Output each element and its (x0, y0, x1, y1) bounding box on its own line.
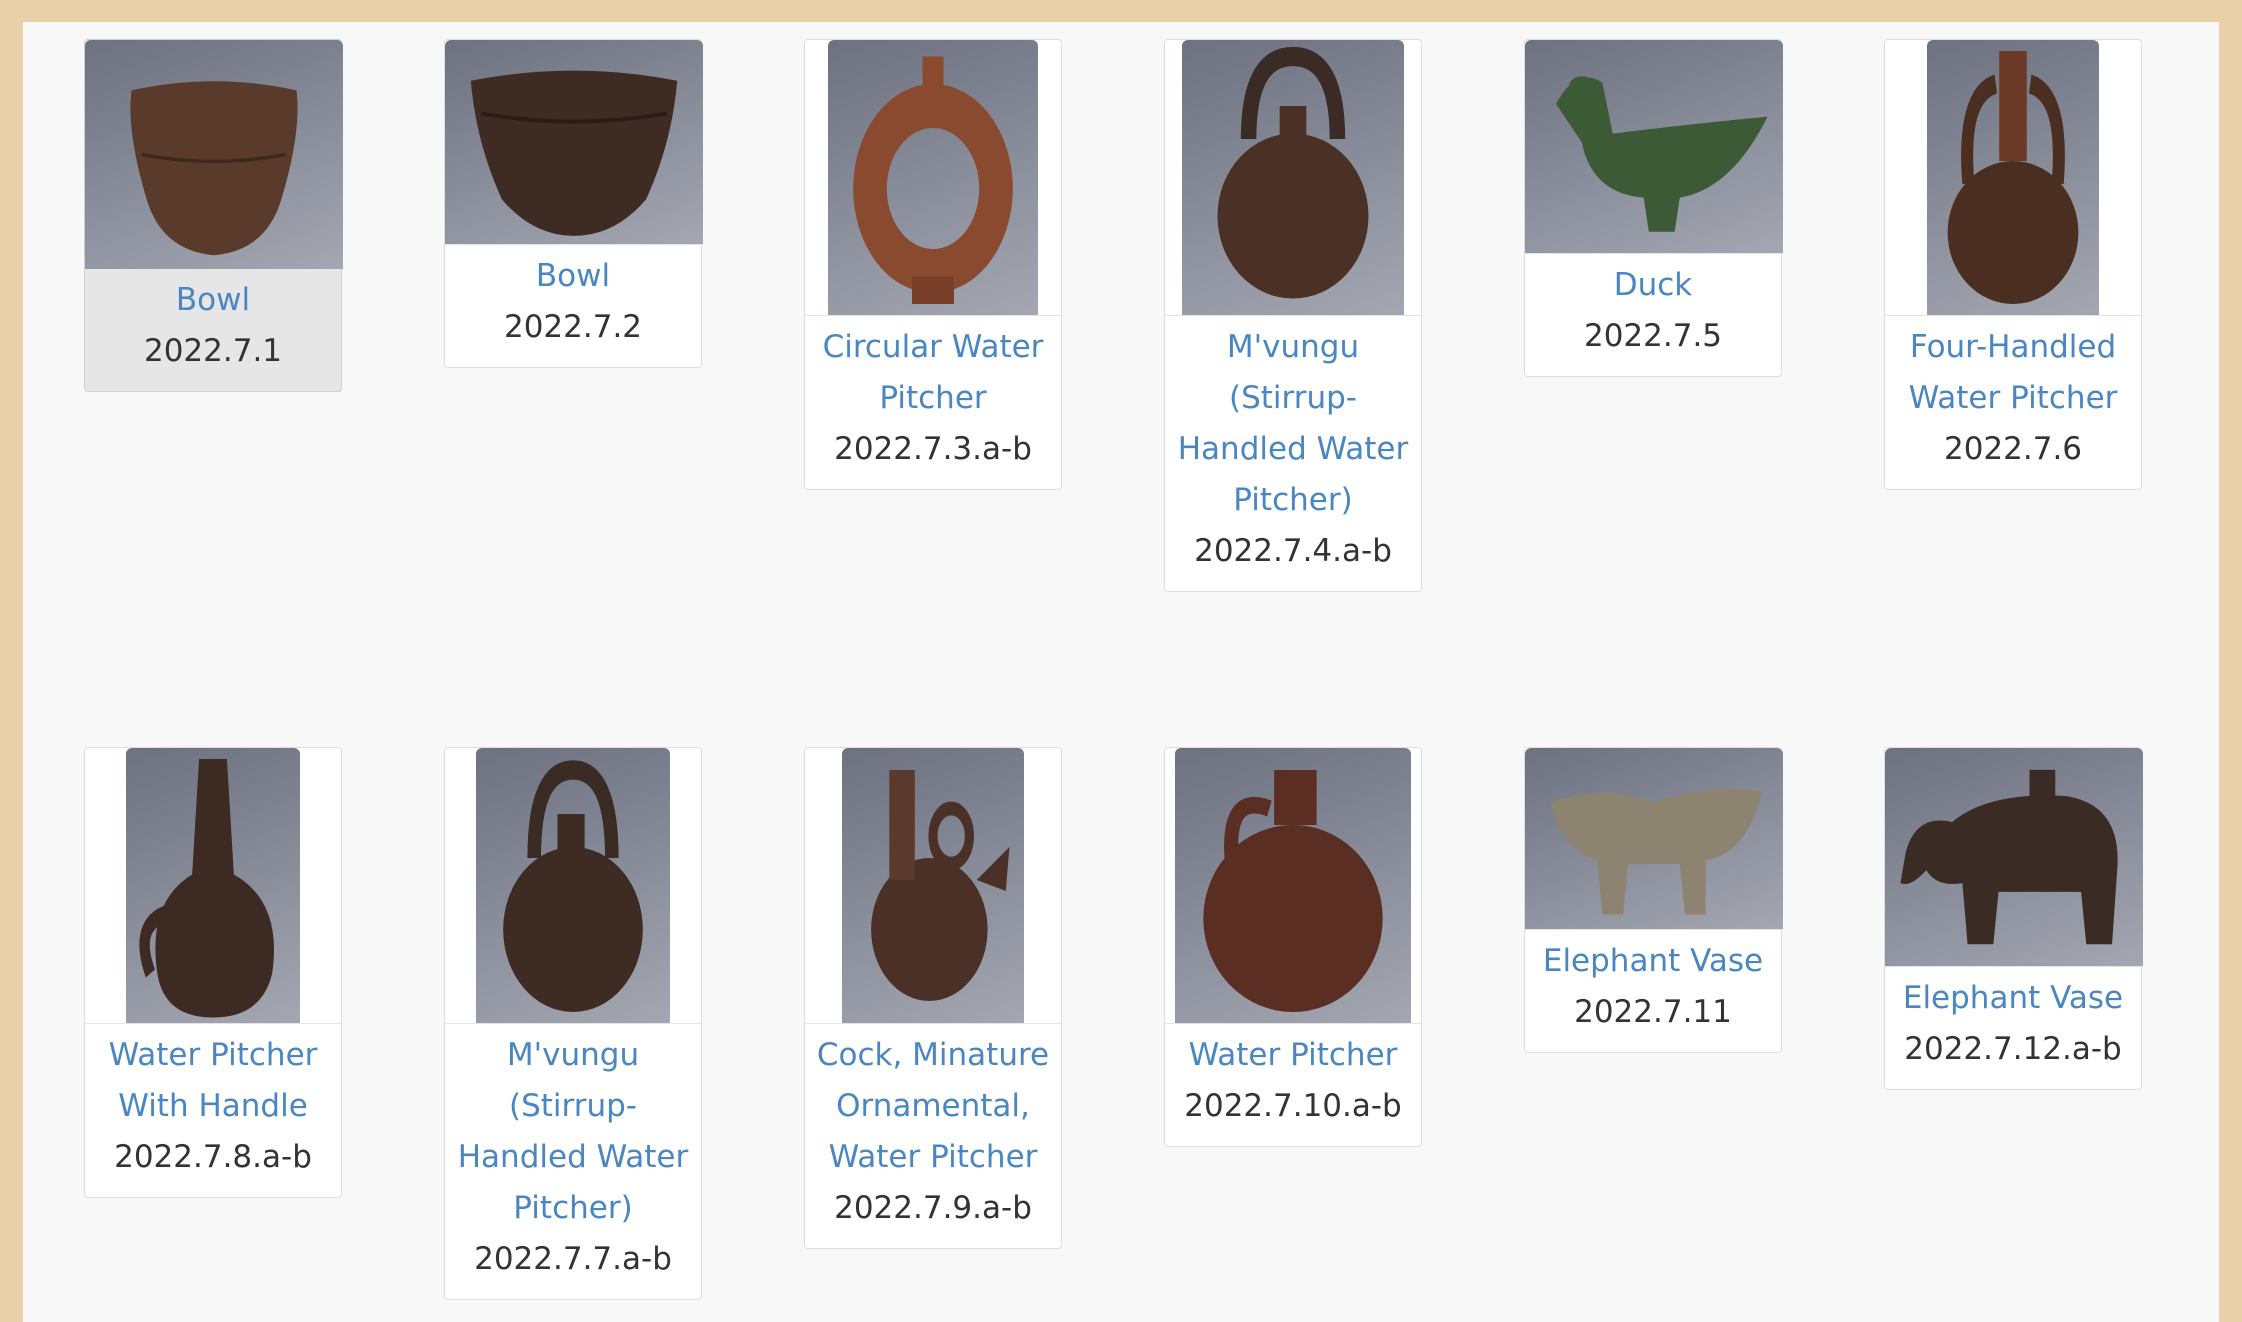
item-title[interactable]: Elephant Vase (1525, 936, 1781, 987)
water-pitcher-photo[interactable] (1175, 748, 1411, 1023)
accession-number: 2022.7.9.a-b (834, 1190, 1032, 1226)
gallery-card-circular-pitcher[interactable]: Circular Water Pitcher 2022.7.3.a-b (804, 39, 1062, 490)
accession-number: 2022.7.3.a-b (834, 431, 1032, 467)
stirrup-pitcher-photo[interactable] (1182, 40, 1404, 315)
accession-number: 2022.7.1 (143, 333, 283, 369)
gallery-card-cock-pitcher[interactable]: Cock, Minature Ornamental, Water Pitcher… (804, 747, 1062, 1249)
duck-vessel-photo[interactable] (1525, 40, 1783, 253)
gallery-card-duck[interactable]: Duck 2022.7.5 (1524, 39, 1783, 377)
gallery-card-bowl-1[interactable]: Bowl 2022.7.1 (84, 39, 343, 392)
accession-number: 2022.7.10.a-b (1184, 1088, 1402, 1124)
item-title[interactable]: Four-Handled Water Pitcher (1885, 322, 2141, 424)
accession-number: 2022.7.12.a-b (1904, 1031, 2122, 1067)
item-title[interactable]: Cock, Minature Ornamental, Water Pitcher (805, 1030, 1061, 1183)
gallery-card-elephant-vase-2[interactable]: Elephant Vase 2022.7.12.a-b (1884, 747, 2143, 1090)
accession-number: 2022.7.7.a-b (474, 1241, 672, 1277)
gallery-card-four-handled-pitcher[interactable]: Four-Handled Water Pitcher 2022.7.6 (1884, 39, 2142, 490)
gallery-card-mvungu-1[interactable]: M'vungu (Stirrup-Handled Water Pitcher) … (1164, 39, 1422, 592)
gallery-card-elephant-vase-1[interactable]: Elephant Vase 2022.7.11 (1524, 747, 1783, 1053)
elephant-vase-photo[interactable] (1525, 748, 1783, 929)
stirrup-pitcher-photo[interactable] (476, 748, 670, 1023)
gallery-card-mvungu-2[interactable]: M'vungu (Stirrup-Handled Water Pitcher) … (444, 747, 702, 1300)
gallery-card-bowl-2[interactable]: Bowl 2022.7.2 (444, 39, 703, 368)
bowl-photo[interactable] (85, 40, 343, 269)
gallery-panel: Bowl 2022.7.1 Bowl 2022.7.2 Circular Wat… (23, 22, 2219, 1322)
accession-number: 2022.7.8.a-b (114, 1139, 312, 1175)
item-title[interactable]: Water Pitcher (1165, 1030, 1421, 1081)
accession-number: 2022.7.5 (1583, 318, 1723, 354)
item-title[interactable]: Circular Water Pitcher (805, 322, 1061, 424)
accession-number: 2022.7.4.a-b (1194, 533, 1392, 569)
item-title[interactable]: Bowl (85, 275, 341, 326)
cock-pitcher-photo[interactable] (842, 748, 1024, 1023)
item-title[interactable]: Water Pitcher With Handle (85, 1030, 341, 1132)
item-title[interactable]: M'vungu (Stirrup-Handled Water Pitcher) (445, 1030, 701, 1234)
elephant-vase-photo[interactable] (1885, 748, 2143, 966)
item-title[interactable]: Duck (1525, 260, 1781, 311)
ring-pitcher-photo[interactable] (828, 40, 1038, 315)
item-title[interactable]: M'vungu (Stirrup-Handled Water Pitcher) (1165, 322, 1421, 526)
item-title[interactable]: Elephant Vase (1885, 973, 2141, 1024)
gallery-card-water-pitcher-handle[interactable]: Water Pitcher With Handle 2022.7.8.a-b (84, 747, 342, 1198)
four-handled-pitcher-photo[interactable] (1927, 40, 2099, 315)
item-title[interactable]: Bowl (445, 251, 701, 302)
gallery-card-water-pitcher[interactable]: Water Pitcher 2022.7.10.a-b (1164, 747, 1422, 1147)
accession-number: 2022.7.11 (1574, 994, 1732, 1030)
bowl-photo[interactable] (445, 40, 703, 244)
accession-number: 2022.7.6 (1943, 431, 2083, 467)
handled-pitcher-photo[interactable] (126, 748, 300, 1023)
accession-number: 2022.7.2 (503, 309, 643, 345)
